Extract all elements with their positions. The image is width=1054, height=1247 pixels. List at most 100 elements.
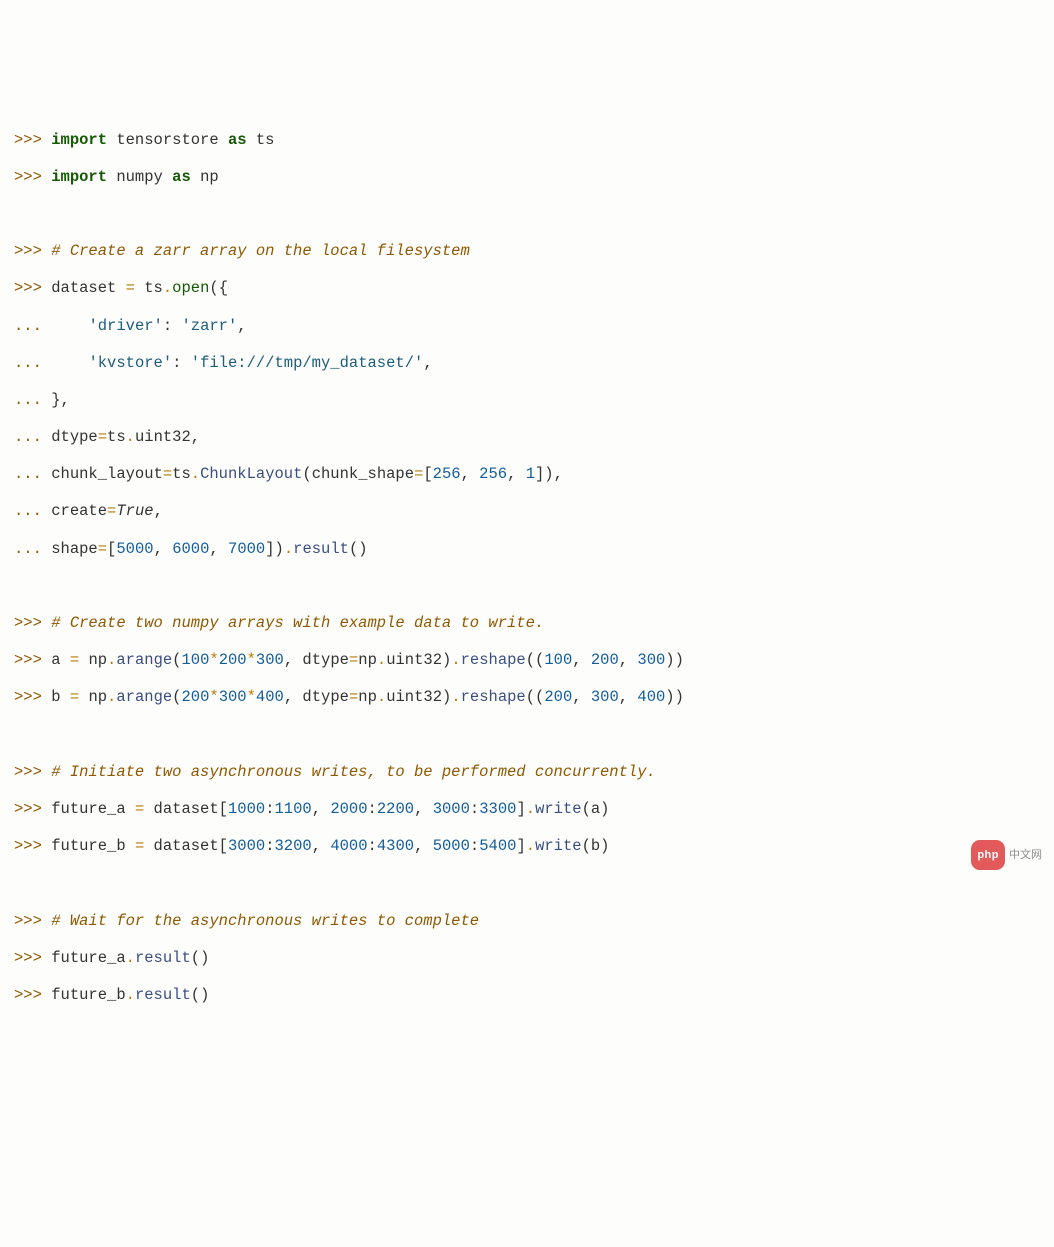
code-token: , (572, 651, 591, 669)
code-token: , dtype (284, 651, 349, 669)
code-token: . (526, 800, 535, 818)
code-token: arange (116, 688, 172, 706)
code-line: ... 'driver': 'zarr', (14, 308, 1044, 345)
code-token: result (293, 540, 349, 558)
code-token: dataset[ (144, 837, 228, 855)
code-token: 200 (544, 688, 572, 706)
code-token: 4300 (377, 837, 414, 855)
code-token: a (51, 651, 70, 669)
code-line: ... 'kvstore': 'file:///tmp/my_dataset/'… (14, 345, 1044, 382)
code-token: * (209, 688, 218, 706)
code-token: ]), (535, 465, 563, 483)
code-token: . (126, 986, 135, 1004)
code-line: >>> dataset = ts.open({ (14, 270, 1044, 307)
code-token: ... (14, 502, 51, 520)
code-token: future_a (51, 800, 135, 818)
code-token: np (358, 651, 377, 669)
code-token: uint32, (135, 428, 200, 446)
code-token: >>> (14, 242, 51, 260)
code-token: write (535, 800, 582, 818)
code-token: uint32) (386, 651, 451, 669)
code-line: >>> future_a.result() (14, 940, 1044, 977)
code-token: : (368, 837, 377, 855)
code-line: ... dtype=ts.uint32, (14, 419, 1044, 456)
code-line: >>> import numpy as np (14, 159, 1044, 196)
code-token: [ (107, 540, 116, 558)
code-token: tensorstore (107, 131, 228, 149)
code-token: , (312, 837, 331, 855)
code-token: , (237, 317, 246, 335)
code-token: # Create a zarr array on the local files… (51, 242, 470, 260)
code-token: = (98, 540, 107, 558)
code-line: >>> future_b = dataset[3000:3200, 4000:4… (14, 828, 1044, 865)
code-line: >>> # Create a zarr array on the local f… (14, 233, 1044, 270)
code-token: 5400 (479, 837, 516, 855)
code-token: * (247, 688, 256, 706)
watermark: php 中文网 (971, 840, 1042, 870)
code-token: 100 (544, 651, 572, 669)
code-token: numpy (107, 168, 172, 186)
code-line: >>> future_a = dataset[1000:1100, 2000:2… (14, 791, 1044, 828)
code-token: = (163, 465, 172, 483)
code-token: = (349, 651, 358, 669)
code-line: ... }, (14, 382, 1044, 419)
code-token: 3200 (275, 837, 312, 855)
code-line: >>> b = np.arange(200*300*400, dtype=np.… (14, 679, 1044, 716)
code-token: . (451, 651, 460, 669)
code-token: arange (116, 651, 172, 669)
code-token: , (507, 465, 526, 483)
code-token: uint32) (386, 688, 451, 706)
code-token: . (377, 651, 386, 669)
code-token: ChunkLayout (200, 465, 302, 483)
code-token: dataset (51, 279, 125, 297)
code-token: >>> (14, 949, 51, 967)
code-line: >>> # Initiate two asynchronous writes, … (14, 754, 1044, 791)
code-token: future_a (51, 949, 125, 967)
code-token: 5000 (116, 540, 153, 558)
code-token: 3000 (228, 837, 265, 855)
code-token: chunk_layout (51, 465, 163, 483)
code-token: >>> (14, 912, 51, 930)
code-token: . (126, 949, 135, 967)
code-token: : (172, 354, 191, 372)
code-token (51, 354, 88, 372)
code-token: (( (526, 651, 545, 669)
code-token: , (619, 688, 638, 706)
code-line: ... shape=[5000, 6000, 7000]).result() (14, 531, 1044, 568)
code-token: 'driver' (88, 317, 162, 335)
code-token: 400 (256, 688, 284, 706)
code-token: 'file:///tmp/my_dataset/' (191, 354, 424, 372)
code-line (14, 865, 1044, 902)
code-token: * (247, 651, 256, 669)
code-token: dtype (51, 428, 98, 446)
code-token: >>> (14, 131, 51, 149)
code-token: 256 (433, 465, 461, 483)
code-token (51, 317, 88, 335)
code-token: # Initiate two asynchronous writes, to b… (51, 763, 656, 781)
code-token: (chunk_shape (302, 465, 414, 483)
code-token: (( (526, 688, 545, 706)
code-token: reshape (461, 651, 526, 669)
code-token: ... (14, 317, 51, 335)
code-token: . (526, 837, 535, 855)
code-token: () (191, 949, 210, 967)
code-token: result (135, 949, 191, 967)
code-token: ts (107, 428, 126, 446)
code-token: = (349, 688, 358, 706)
code-line: >>> # Wait for the asynchronous writes t… (14, 903, 1044, 940)
code-token: ... (14, 391, 51, 409)
code-token: >>> (14, 168, 51, 186)
code-token: ]) (265, 540, 284, 558)
code-token: ({ (209, 279, 228, 297)
code-token: }, (51, 391, 70, 409)
code-token: )) (665, 651, 684, 669)
code-token: np (191, 168, 219, 186)
code-token: 1100 (275, 800, 312, 818)
code-token: ] (516, 837, 525, 855)
code-token: 5000 (433, 837, 470, 855)
code-token: . (107, 688, 116, 706)
code-token: = (98, 428, 107, 446)
code-token: ... (14, 465, 51, 483)
code-line: ... chunk_layout=ts.ChunkLayout(chunk_sh… (14, 456, 1044, 493)
code-token: 3300 (479, 800, 516, 818)
